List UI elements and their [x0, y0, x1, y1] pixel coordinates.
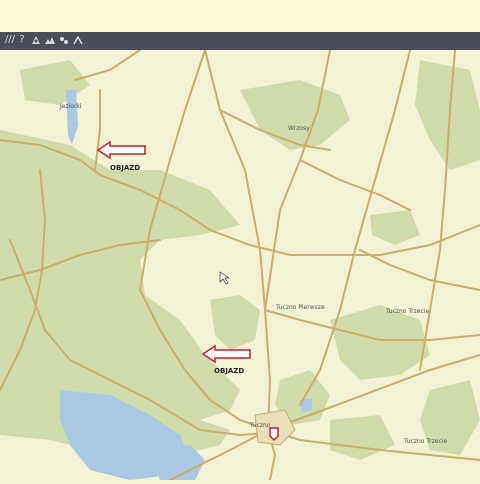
layers-icon[interactable] — [44, 34, 56, 46]
poi-icon[interactable] — [30, 34, 42, 46]
label-tuczno-pierwsze: Tuczno Pierwsze — [275, 304, 325, 311]
measure-icon[interactable]: /// — [4, 34, 16, 46]
terrain-icon[interactable] — [58, 34, 70, 46]
label-tuczno-trzecie-1: Tuczno Trzecie — [385, 308, 429, 315]
label-wrzosy: Wrzosy — [288, 125, 310, 132]
map-canvas[interactable]: Jeziorki Wrzosy Tuczno Pierwsze Tuczno T… — [0, 49, 480, 481]
label-jeziorki: Jeziorki — [59, 103, 82, 110]
map-toolbar: /// ? — [0, 32, 480, 50]
map-application-window: /// ? Jeziorki Wrzosy Tuczno Pierwsze Tu… — [0, 0, 480, 481]
label-tuczno-trzecie-2: Tuczno Trzecie — [403, 438, 447, 445]
map-svg[interactable]: Jeziorki Wrzosy Tuczno Pierwsze Tuczno T… — [0, 49, 480, 481]
detour-label-top: OBJAZD — [110, 164, 140, 172]
label-tuczno: Tuczno — [249, 422, 271, 429]
title-bar — [0, 0, 480, 33]
route-icon[interactable] — [72, 34, 84, 46]
detour-label-bottom: OBJAZD — [214, 367, 244, 375]
town-marker-icon[interactable] — [269, 427, 279, 442]
help-icon[interactable]: ? — [16, 34, 28, 46]
